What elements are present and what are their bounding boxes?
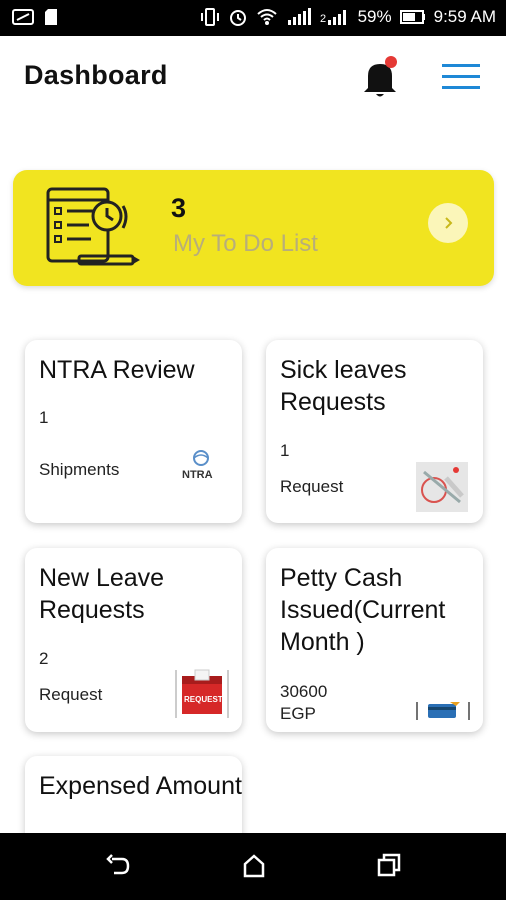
hamburger-menu-icon[interactable] [440, 60, 482, 92]
page-title: Dashboard [24, 60, 168, 90]
tile-petty-cash[interactable]: Petty Cash Issued(Current Month ) 30600 … [266, 548, 483, 732]
tile-value: 2 [39, 649, 49, 668]
notification-badge [385, 56, 397, 68]
ntra-logo-icon: NTRA [180, 448, 222, 490]
chevron-right-icon [445, 217, 453, 229]
checklist-illustration-icon [46, 187, 140, 266]
signal-icon [287, 8, 311, 25]
tile-title: Expensed Amount [39, 772, 242, 800]
tile-new-leave-requests[interactable]: New Leave Requests 2 Request REQUEST [25, 548, 242, 732]
vibrate-icon [200, 8, 219, 26]
tile-unit: Shipments [39, 460, 120, 479]
sim-card-icon [45, 9, 57, 25]
tile-value: 1 [280, 441, 290, 460]
wifi-icon [256, 9, 277, 25]
home-icon[interactable] [242, 853, 266, 879]
tile-unit: EGP [280, 704, 316, 723]
recent-apps-icon[interactable] [377, 853, 401, 877]
credit-card-icon [416, 698, 470, 722]
tile-ntra-review[interactable]: NTRA Review 1 Shipments NTRA [25, 340, 242, 523]
alarm-icon [229, 10, 246, 26]
battery-icon [399, 10, 425, 24]
clock: 9:59 AM [433, 7, 496, 26]
battery-percent: 59% [357, 7, 392, 26]
tile-title: New Leave Requests [39, 564, 165, 624]
tile-sick-leave-requests[interactable]: Sick leaves Requests 1 Request [266, 340, 483, 523]
todo-count: 3 [171, 193, 187, 223]
screen-cast-icon [12, 9, 34, 25]
todo-list-card[interactable]: 3 My To Do List [13, 170, 494, 286]
signal-2-icon: 2 [320, 10, 346, 25]
request-box-icon: REQUEST [175, 668, 229, 720]
tile-unit: Request [39, 685, 103, 704]
todo-label: My To Do List [173, 230, 318, 257]
notification-bell-icon[interactable] [360, 56, 400, 100]
todo-open-button[interactable] [428, 203, 468, 243]
svg-text:2: 2 [320, 13, 326, 25]
tile-value: 30600 [280, 682, 328, 701]
tile-title: NTRA Review [39, 356, 195, 384]
system-nav-bar [0, 833, 506, 900]
svg-text:REQUEST: REQUEST [184, 695, 223, 704]
tile-value: 1 [39, 408, 49, 427]
tile-title: Petty Cash Issued(Current Month ) [280, 564, 446, 656]
tile-unit: Request [280, 477, 344, 496]
sick-leave-icon [416, 462, 468, 512]
tile-title: Sick leaves Requests [280, 356, 407, 416]
status-bar: 2 59% 9:59 AM [0, 0, 506, 36]
app-header: Dashboard [0, 36, 506, 116]
svg-text:NTRA: NTRA [182, 469, 213, 481]
back-icon[interactable] [106, 853, 132, 879]
